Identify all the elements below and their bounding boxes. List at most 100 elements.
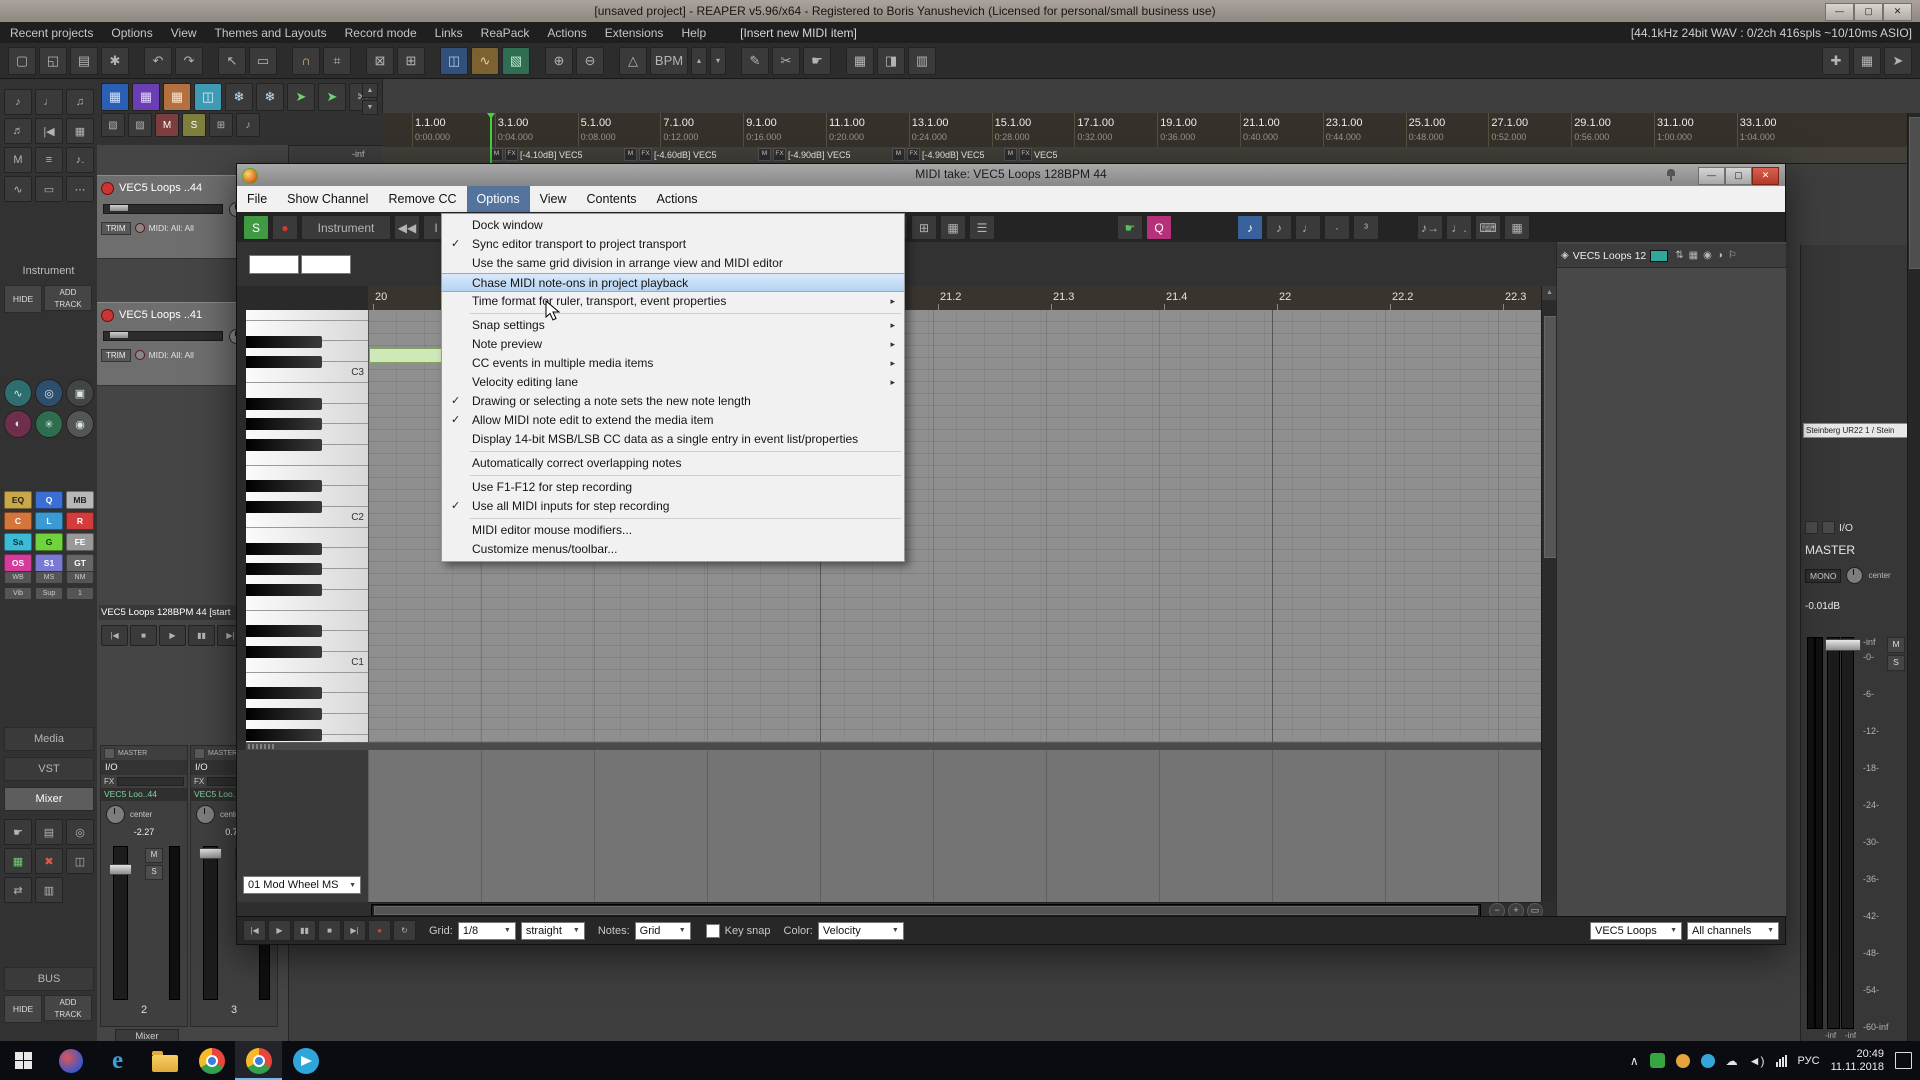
note-follow-button[interactable]: ♪→ [1417, 215, 1443, 240]
hand-tool[interactable]: ☛ [803, 47, 831, 75]
more-mini-icon[interactable]: ⋯ [66, 176, 94, 202]
grid-view-button[interactable]: ▦ [940, 215, 966, 240]
fx-chip-eq[interactable]: EQ [4, 491, 32, 509]
window-minimize-button[interactable]: — [1825, 3, 1854, 21]
scroll-up-arrow[interactable]: ▲ [1542, 286, 1557, 300]
play-arrow-icon-2[interactable]: ➤ [318, 83, 346, 111]
piano-black-key[interactable] [246, 418, 322, 430]
menu-options[interactable]: Options [111, 26, 152, 40]
hand-scroll-button[interactable]: ☛ [1117, 215, 1143, 240]
fx-wave-icon[interactable]: ∿ [4, 379, 32, 407]
menu-record-mode[interactable]: Record mode [345, 26, 417, 40]
menu-help[interactable]: Help [681, 26, 706, 40]
pin-icon[interactable] [1665, 169, 1677, 181]
fx-chip-s1[interactable]: S1 [35, 554, 63, 572]
mute-button[interactable]: M [145, 848, 163, 863]
sidebar-item-mixer[interactable]: Mixer [4, 787, 94, 811]
dotted-toggle[interactable]: · [1324, 215, 1350, 240]
sidebar-item-media[interactable]: Media [4, 727, 94, 751]
zoom-small-icon[interactable]: ◎ [66, 819, 94, 845]
add-track-button-2[interactable]: ADD TRACK [44, 995, 92, 1021]
go-start[interactable]: |◀ [101, 625, 128, 646]
menu-item-cc-events-in-multiple-media-items[interactable]: CC events in multiple media items▸ [442, 354, 904, 373]
master-pan-knob[interactable] [1846, 567, 1863, 584]
item-fx-icon[interactable]: FX [773, 148, 786, 161]
fx-browser[interactable]: ✚ [1822, 47, 1850, 75]
midi-menu-options[interactable]: Options [467, 186, 530, 212]
scrollbar-thumb[interactable] [1909, 117, 1920, 269]
midi-menu-file[interactable]: File [237, 186, 277, 212]
piano-keyboard[interactable]: C3C2C1 [246, 310, 368, 742]
insert-note-button[interactable]: ⊞ [911, 215, 937, 240]
item-fx-icon[interactable]: FX [639, 148, 652, 161]
chromium-app-active[interactable] [235, 1041, 282, 1080]
rect-mini-icon[interactable]: ▭ [35, 176, 63, 202]
search-app[interactable] [47, 1041, 94, 1080]
freeze-icon[interactable]: ❄ [225, 83, 253, 111]
piano-black-key[interactable] [246, 646, 322, 658]
notes-select[interactable]: Grid▼ [635, 922, 691, 940]
trim-button[interactable]: TRIM [101, 349, 131, 362]
start-button[interactable] [0, 1041, 47, 1080]
edge-app[interactable]: e [94, 1041, 141, 1080]
menu-item-display-14-bit-msb-lsb-cc-data-as-a-sing[interactable]: Display 14-bit MSB/LSB CC data as a sing… [442, 430, 904, 449]
view-b-icon[interactable]: ▨ [128, 113, 152, 137]
fx-disc-icon[interactable]: ◎ [35, 379, 63, 407]
tray-cloud-icon[interactable]: ☁ [1726, 1054, 1738, 1068]
menu-view[interactable]: View [171, 26, 197, 40]
fx-monitor-icon[interactable]: ▣ [66, 379, 94, 407]
item-properties[interactable]: ▭ [249, 47, 277, 75]
master-fader-left[interactable] [1827, 637, 1840, 1029]
slider-thumb[interactable] [110, 332, 128, 338]
snap-magnet[interactable]: ∩ [292, 47, 320, 75]
hardware-output-label[interactable]: Steinberg UR22 1 / Stein [1803, 423, 1908, 438]
item-mute-icon[interactable]: M [624, 148, 637, 161]
master-fader-thumb[interactable] [1825, 639, 1861, 651]
menu-item-note-preview[interactable]: Note preview▸ [442, 335, 904, 354]
track-select[interactable]: VEC5 Loops▼ [1590, 922, 1682, 940]
grid-icon[interactable]: ▦ [1689, 250, 1698, 261]
filter-input-2[interactable] [301, 255, 351, 274]
menu-item-automatically-correct-overlapping-notes[interactable]: Automatically correct overlapping notes [442, 454, 904, 473]
splitter-grip-icon[interactable] [248, 744, 276, 749]
insert-midi-item-hint[interactable]: [Insert new MIDI item] [740, 26, 857, 40]
cc-lane-select[interactable]: 01 Mod Wheel MS▼ [243, 876, 361, 894]
menu-links[interactable]: Links [435, 26, 463, 40]
arrange-timeline[interactable]: 1.1.000:00.0003.1.000:04.0005.1.000:08.0… [382, 113, 1907, 164]
item-mute-icon[interactable]: M [892, 148, 905, 161]
piano-black-key[interactable] [246, 501, 322, 513]
taskbar-clock[interactable]: 20:49 11.11.2018 [1831, 1048, 1884, 1074]
master-io-label[interactable]: I/O [1839, 522, 1853, 534]
save-project[interactable]: ▤ [70, 47, 98, 75]
menu-extensions[interactable]: Extensions [605, 26, 664, 40]
input-monitor-icon[interactable] [135, 350, 145, 360]
fx-star-icon[interactable]: ✳ [35, 410, 63, 438]
fx-slot-bar[interactable] [117, 777, 184, 786]
stop[interactable]: ■ [130, 625, 157, 646]
item-fx-icon[interactable]: FX [505, 148, 518, 161]
freeze-icon-2[interactable]: ❄ [256, 83, 284, 111]
hide-button-2[interactable]: HIDE [4, 995, 42, 1023]
piano-black-key[interactable] [246, 336, 322, 348]
bpm-box[interactable]: BPM [650, 47, 688, 75]
note-quarter-icon[interactable]: ♩ [35, 89, 63, 115]
tray-antivirus-icon[interactable] [1650, 1053, 1665, 1068]
fx-dot-icon[interactable]: ◉ [66, 410, 94, 438]
piano-black-key[interactable] [246, 480, 322, 492]
midi-editor-titlebar[interactable]: MIDI take: VEC5 Loops 128BPM 44 —▢✕ [237, 164, 1785, 186]
matrix-teal-icon[interactable]: ◫ [194, 83, 222, 111]
media-item-chip[interactable]: MFXVEC5 [1004, 148, 1058, 161]
tray-chrome-icon[interactable] [1676, 1054, 1690, 1068]
channel-select[interactable]: All channels▼ [1687, 922, 1779, 940]
media-item-chip[interactable]: MFX[-4.60dB] VEC5 [624, 148, 717, 161]
project-settings[interactable]: ✱ [101, 47, 129, 75]
menu-item-use-the-same-grid-division-in-arrange-vi[interactable]: Use the same grid division in arrange vi… [442, 254, 904, 273]
note-length-8th[interactable]: ♪ [1266, 215, 1292, 240]
menu-item-allow-midi-note-edit-to-extend-the-media[interactable]: Allow MIDI note edit to extend the media… [442, 411, 904, 430]
strip-fader-track[interactable] [203, 846, 218, 1000]
strip-track-name[interactable]: VEC5 Loo..44 [101, 788, 187, 801]
piano-black-key[interactable] [246, 584, 322, 596]
mute-mini-icon[interactable]: M [4, 147, 32, 173]
hand-small-icon[interactable]: ☛ [4, 819, 32, 845]
play[interactable]: ▶ [268, 920, 291, 941]
